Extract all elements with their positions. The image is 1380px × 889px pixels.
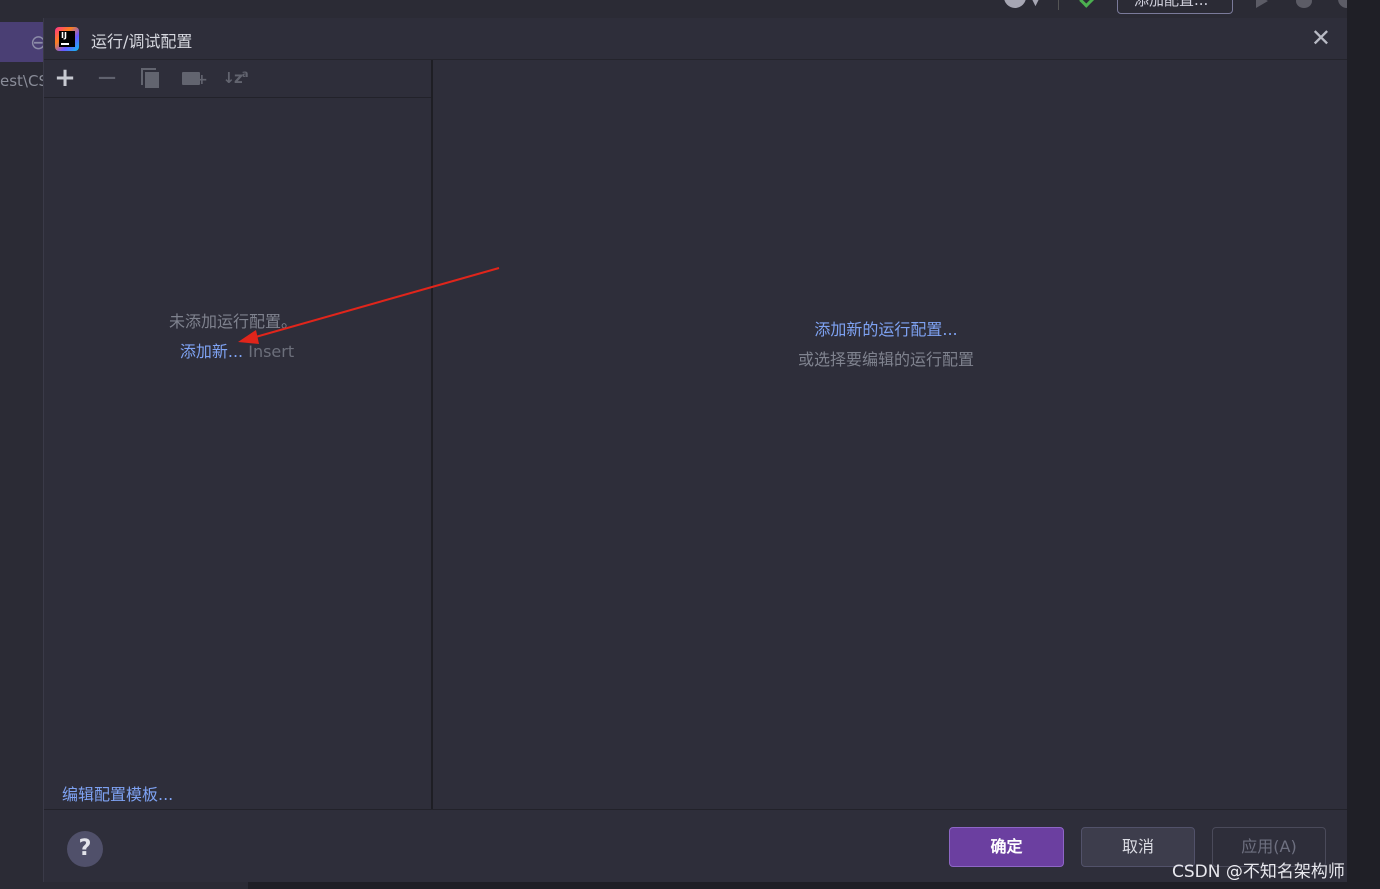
add-config-button[interactable]: + [50,60,80,96]
edit-templates-link[interactable]: 编辑配置模板... [62,781,173,805]
build-icon[interactable] [1079,0,1095,8]
add-new-config-link[interactable]: 添加新的运行配置... [433,316,1339,340]
sort-button[interactable]: ↓za [220,60,250,96]
run-icon[interactable] [1256,0,1268,8]
ide-path-fragment: est\CS [0,72,43,90]
add-configuration-button[interactable]: 添加配置... [1117,0,1233,14]
chevron-down-icon[interactable]: ▼ [1032,0,1039,8]
ide-topbar: ▼ 添加配置... [990,0,1380,18]
dialog-title: 运行/调试配置 [91,32,193,51]
add-new-link[interactable]: 添加新... [180,342,243,361]
folder-add-icon [182,69,208,87]
config-list-panel: 未添加运行配置。 添加新... Insert 编辑配置模板... [44,98,432,809]
copy-config-button[interactable] [135,60,165,96]
add-new-row: 添加新... Insert [44,338,430,362]
ide-left-strip: ⊖ est\CS [0,0,47,889]
new-folder-button[interactable] [178,60,208,96]
sort-alpha-icon: ↓za [222,69,248,87]
config-toolbar: + − ↓za [44,60,432,98]
help-button[interactable]: ? [67,831,103,867]
debug-icon[interactable] [1296,0,1312,8]
add-new-shortcut: Insert [248,342,295,361]
select-config-hint: 或选择要编辑的运行配置 [797,350,974,369]
toolbar-divider [1058,0,1059,10]
plus-icon: + [54,63,76,93]
ide-bottom-strip [248,882,1380,889]
ide-editor-tab[interactable]: ⊖ [0,22,47,62]
minus-icon: − [96,63,118,93]
empty-config-message: 未添加运行配置。 [168,312,297,331]
dialog-footer: ? 确定 取消 应用(A) [44,809,1347,882]
close-icon[interactable]: ✕ [1311,24,1331,52]
ok-button[interactable]: 确定 [949,827,1064,867]
watermark: CSDN @不知名架构师 [1172,862,1345,882]
copy-icon [141,68,159,88]
ide-right-strip [1347,0,1380,889]
run-debug-config-dialog: IJ 运行/调试配置 ✕ + − ↓za 未添加运行配置。 添加新... Ins… [43,18,1347,882]
intellij-logo-icon: IJ [55,27,79,51]
user-icon[interactable] [1004,0,1026,8]
dialog-title-bar[interactable]: IJ 运行/调试配置 ✕ [44,18,1347,60]
remove-config-button[interactable]: − [92,60,122,96]
config-detail-panel: 添加新的运行配置... 或选择要编辑的运行配置 [433,60,1348,809]
